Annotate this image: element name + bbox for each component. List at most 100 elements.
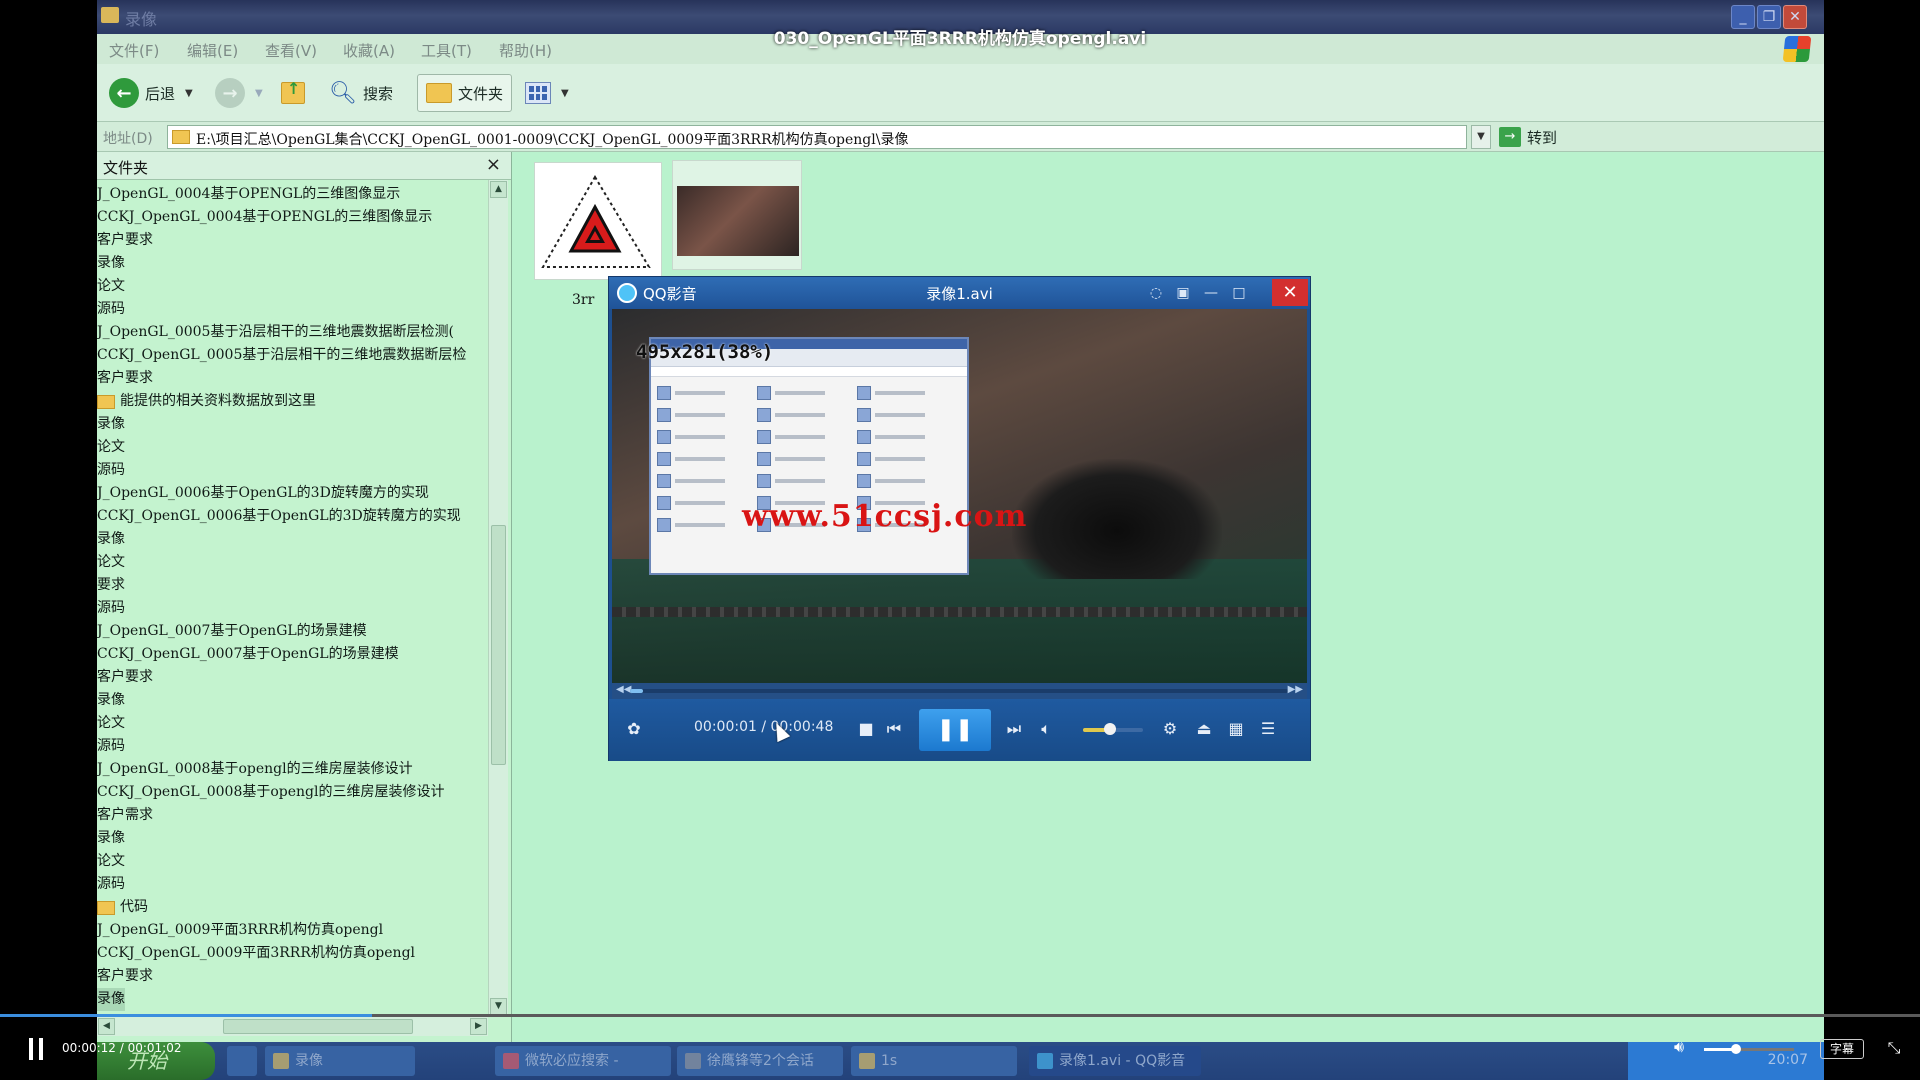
- file-thumbnail-video[interactable]: [672, 160, 802, 270]
- back-button[interactable]: ← 后退 ▼: [109, 74, 193, 112]
- search-button[interactable]: 🔍︎ 搜索: [329, 74, 393, 112]
- tree-item[interactable]: 代码: [97, 896, 487, 919]
- volume-icon[interactable]: 🔈︎: [1035, 719, 1057, 739]
- tree-item[interactable]: CCKJ_OpenGL_0006基于OpenGL的3D旋转魔方的实现: [97, 505, 487, 528]
- recorded-file-item: [657, 429, 757, 445]
- recorded-file-item: [857, 451, 957, 467]
- outer-volume-knob[interactable]: [1730, 1044, 1741, 1054]
- tree-item[interactable]: 客户需求: [97, 804, 487, 827]
- tree-item-label: J_OpenGL_0009平面3RRR机构仿真opengl: [97, 922, 384, 938]
- tree-item[interactable]: 录像: [97, 413, 487, 436]
- recorded-file-item: [757, 385, 857, 401]
- exit-fullscreen-icon[interactable]: ⤡: [1883, 1038, 1905, 1060]
- tree-item[interactable]: 录像: [97, 689, 487, 712]
- scroll-up-icon[interactable]: ▲: [490, 181, 507, 198]
- seek-track[interactable]: [630, 689, 1288, 693]
- forward-button[interactable]: → ▼: [215, 74, 263, 112]
- tree-vertical-scrollbar[interactable]: ▲ ▼: [488, 180, 508, 1016]
- tree-item[interactable]: J_OpenGL_0005基于沿层相干的三维地震数据断层检测(: [97, 321, 487, 344]
- tree-item[interactable]: J_OpenGL_0008基于opengl的三维房屋装修设计: [97, 758, 487, 781]
- tree-item[interactable]: J_OpenGL_0007基于OpenGL的场景建模: [97, 620, 487, 643]
- subtitle-button[interactable]: 字幕: [1820, 1039, 1864, 1059]
- maximize-icon[interactable]: □: [1229, 283, 1249, 303]
- recorded-explorer-window: [649, 337, 969, 575]
- address-input[interactable]: E:\项目汇总\OpenGL集合\CCKJ_OpenGL_0001-0009\C…: [167, 125, 1467, 149]
- close-pane-icon[interactable]: ×: [486, 154, 501, 175]
- tree-item[interactable]: CCKJ_OpenGL_0008基于opengl的三维房屋装修设计: [97, 781, 487, 804]
- tree-item[interactable]: 论文: [97, 275, 487, 298]
- scroll-down-icon[interactable]: ▼: [490, 998, 507, 1015]
- video-thumbnail-image: [677, 186, 799, 256]
- chat-icon[interactable]: ◌: [1146, 283, 1166, 303]
- tree-item[interactable]: 源码: [97, 735, 487, 758]
- tree-item[interactable]: CCKJ_OpenGL_0004基于OPENGL的三维图像显示: [97, 206, 487, 229]
- file-thumbnail-3rrr[interactable]: [534, 162, 662, 280]
- tree-item[interactable]: CCKJ_OpenGL_0005基于沿层相干的三维地震数据断层检: [97, 344, 487, 367]
- tree-item[interactable]: 论文: [97, 436, 487, 459]
- tree-item[interactable]: 客户要求: [97, 666, 487, 689]
- tree-item[interactable]: J_OpenGL_0006基于OpenGL的3D旋转魔方的实现: [97, 482, 487, 505]
- tree-item[interactable]: 录像: [97, 827, 487, 850]
- screenshot-icon[interactable]: ▦: [1225, 719, 1247, 738]
- effects-icon[interactable]: ✿: [623, 719, 645, 738]
- tree-item[interactable]: 客户要求: [97, 229, 487, 252]
- tools-icon[interactable]: ⚙: [1159, 719, 1181, 738]
- tree-item[interactable]: CCKJ_OpenGL_0009平面3RRR机构仿真opengl: [97, 942, 487, 965]
- recorded-file-item: [657, 451, 757, 467]
- tree-item[interactable]: J_OpenGL_0004基于OPENGL的三维图像显示: [97, 183, 487, 206]
- tree-item[interactable]: 录像: [97, 528, 487, 551]
- stop-icon[interactable]: ■: [855, 719, 877, 738]
- qq-player-window: QQ影音 录像1.avi ◌ ▣ — □ ✕ 495x281(38%) www.…: [608, 276, 1311, 761]
- outer-control-bar: 00:00:12 / 00:01:02 🔊︎ 字幕 ⤡: [0, 1017, 1920, 1080]
- recorded-file-item: [857, 473, 957, 489]
- address-bar: 地址(D) E:\项目汇总\OpenGL集合\CCKJ_OpenGL_0001-…: [97, 122, 1824, 152]
- tree-item[interactable]: 客户要求: [97, 965, 487, 988]
- tree-item-label: 客户要求: [97, 669, 153, 685]
- qq-close-button[interactable]: ✕: [1272, 279, 1308, 306]
- tree-item[interactable]: 论文: [97, 551, 487, 574]
- tree-item-label: 论文: [97, 554, 125, 570]
- tree-item[interactable]: 论文: [97, 712, 487, 735]
- views-button[interactable]: ▼: [525, 74, 569, 112]
- tree-item[interactable]: 录像: [97, 988, 487, 1011]
- previous-icon[interactable]: ⏮: [883, 719, 905, 739]
- tree-item[interactable]: 要求: [97, 574, 487, 597]
- tree-item-label: J_OpenGL_0004基于OPENGL的三维图像显示: [97, 186, 401, 202]
- eject-icon[interactable]: ⏏: [1193, 719, 1215, 738]
- seek-forward-icon[interactable]: ▶▶: [1288, 684, 1303, 695]
- tree-item[interactable]: 能提供的相关资料数据放到这里: [97, 390, 487, 413]
- tree-item[interactable]: J_OpenGL_0009平面3RRR机构仿真opengl: [97, 919, 487, 942]
- tree-item[interactable]: 论文: [97, 850, 487, 873]
- recorded-file-item: [857, 429, 957, 445]
- qq-video-area[interactable]: 495x281(38%) www.51ccsj.com: [612, 309, 1307, 683]
- qq-seek-bar[interactable]: ◀◀ ▶▶: [612, 683, 1307, 699]
- outer-time-display: 00:00:12 / 00:01:02: [62, 1041, 182, 1055]
- tree-item-label: J_OpenGL_0006基于OpenGL的3D旋转魔方的实现: [97, 485, 429, 501]
- folder-tree-list: J_OpenGL_0004基于OPENGL的三维图像显示 CCKJ_OpenGL_…: [97, 183, 487, 1023]
- chevron-down-icon: ▼: [185, 87, 193, 99]
- next-icon[interactable]: ⏭: [1003, 719, 1025, 739]
- address-dropdown-button[interactable]: ▼: [1471, 125, 1491, 149]
- folders-button[interactable]: 文件夹: [417, 74, 513, 112]
- qq-volume-knob[interactable]: [1104, 723, 1116, 735]
- tree-item[interactable]: 源码: [97, 597, 487, 620]
- minimize-icon[interactable]: —: [1201, 283, 1221, 303]
- tree-item[interactable]: 录像: [97, 252, 487, 275]
- playlist-icon[interactable]: ☰: [1257, 719, 1279, 738]
- mini-mode-icon[interactable]: ▣: [1173, 283, 1193, 303]
- tree-item[interactable]: CCKJ_OpenGL_0007基于OpenGL的场景建模: [97, 643, 487, 666]
- volume-icon[interactable]: 🔊︎: [1674, 1037, 1696, 1059]
- up-folder-button[interactable]: ↑: [281, 74, 305, 112]
- scroll-thumb[interactable]: [491, 525, 506, 765]
- tree-item[interactable]: 客户要求: [97, 367, 487, 390]
- recorded-file-item: [757, 473, 857, 489]
- views-icon: [525, 82, 551, 104]
- tree-item-label: 源码: [97, 600, 125, 616]
- pause-button[interactable]: ❚❚: [919, 709, 991, 751]
- outer-pause-button[interactable]: [27, 1038, 47, 1060]
- forward-arrow-icon: →: [215, 78, 245, 108]
- tree-item[interactable]: 源码: [97, 298, 487, 321]
- tree-item[interactable]: 源码: [97, 873, 487, 896]
- go-button[interactable]: → 转到: [1499, 125, 1557, 149]
- tree-item[interactable]: 源码: [97, 459, 487, 482]
